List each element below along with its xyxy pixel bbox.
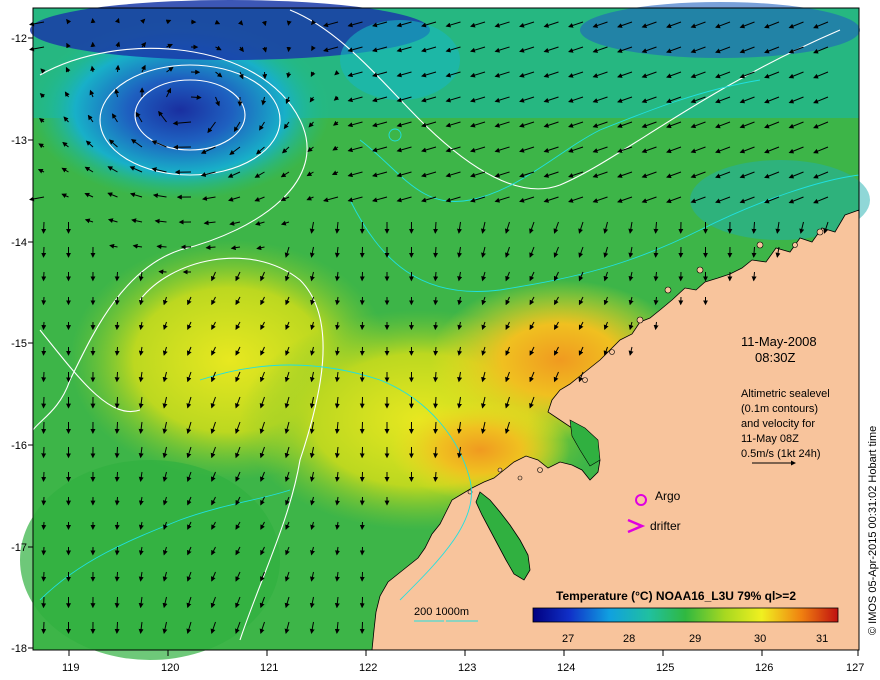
y-tick-label: -12 — [11, 33, 27, 45]
sst-map: Argo drifter 11-May-2008 08:30Z Altimetr… — [11, 0, 879, 674]
velocity-arrow — [41, 221, 47, 234]
velocity-arrow — [41, 571, 47, 582]
time-label: 08:30Z — [755, 350, 796, 365]
x-tick-label: 119 — [62, 662, 80, 674]
argo-label: Argo — [655, 489, 681, 503]
y-tick-label: -17 — [11, 542, 27, 554]
velocity-arrow — [114, 471, 120, 482]
velocity-arrow — [114, 421, 120, 434]
x-tick-label: 125 — [656, 662, 674, 674]
velocity-arrow — [286, 46, 292, 53]
velocity-arrow — [433, 296, 439, 306]
velocity-arrow — [41, 296, 47, 306]
velocity-arrow — [114, 571, 120, 582]
velocity-arrow — [114, 396, 120, 409]
velocity-arrow — [41, 421, 47, 434]
velocity-arrow — [114, 296, 120, 306]
note-line-4: 11-May 08Z — [741, 433, 799, 445]
x-axis: 119 120 121 122 123 124 125 126 127 — [62, 662, 864, 674]
velocity-arrow — [41, 246, 47, 258]
velocity-arrow — [41, 496, 47, 506]
x-tick-label: 126 — [755, 662, 773, 674]
y-tick-label: -16 — [11, 440, 27, 452]
velocity-arrow — [114, 346, 120, 356]
colorbar-title: Temperature (°C) NOAA16_L3U 79% ql>=2 — [556, 589, 796, 603]
velocity-arrow — [114, 596, 120, 609]
colorbar-tick: 27 — [562, 633, 574, 645]
sst-cold-northeast — [580, 2, 860, 58]
velocity-arrow — [114, 496, 120, 506]
velocity-arrow — [41, 396, 47, 409]
velocity-arrow — [114, 446, 120, 459]
velocity-arrow — [114, 271, 120, 282]
velocity-arrow — [262, 71, 268, 80]
y-tick-label: -14 — [11, 237, 27, 249]
velocity-arrow — [41, 346, 47, 356]
date-label: 11-May-2008 — [741, 334, 817, 349]
note-line-3: and velocity for — [741, 418, 815, 430]
velocity-arrow — [433, 371, 439, 383]
copyright-text: © IMOS 05-Apr-2015 00:31:02 Hobart time — [867, 426, 879, 635]
sst-southwest-green — [20, 460, 280, 660]
colorbar-tick: 31 — [816, 633, 828, 645]
sst-cyan-patch — [340, 20, 460, 100]
note-line-2: (0.1m contours) — [741, 403, 818, 415]
velocity-arrow — [41, 271, 47, 282]
velocity-arrow — [114, 521, 120, 530]
drifter-label: drifter — [650, 519, 681, 533]
x-tick-label: 120 — [161, 662, 179, 674]
velocity-arrow — [433, 321, 439, 331]
velocity-arrow — [433, 246, 439, 258]
velocity-arrow — [41, 521, 47, 530]
note-line-1: Altimetric sealevel — [741, 388, 830, 400]
colorbar-tick: 28 — [623, 633, 635, 645]
x-tick-label: 121 — [260, 662, 278, 674]
velocity-arrow — [114, 621, 120, 634]
velocity-arrow — [114, 546, 120, 556]
x-tick-label: 123 — [458, 662, 476, 674]
velocity-arrow — [433, 446, 439, 459]
velocity-arrow — [433, 271, 439, 282]
velocity-arrow — [41, 471, 47, 482]
bathymetry-label: 200 1000m — [414, 606, 469, 618]
velocity-arrow — [433, 346, 439, 356]
colorbar — [532, 607, 839, 623]
velocity-arrow — [433, 471, 439, 482]
velocity-arrow — [41, 546, 47, 556]
velocity-arrow — [114, 321, 120, 331]
velocity-arrow — [433, 396, 439, 409]
velocity-arrow — [41, 321, 47, 331]
velocity-arrow — [190, 94, 202, 100]
velocity-arrow — [41, 621, 47, 634]
note-line-5: 0.5m/s (1kt 24h) — [741, 448, 820, 460]
y-tick-label: -18 — [11, 643, 27, 655]
colorbar-tick: 30 — [754, 633, 766, 645]
colorbar-tick: 29 — [689, 633, 701, 645]
velocity-arrow — [286, 20, 292, 26]
x-tick-label: 122 — [359, 662, 377, 674]
x-tick-label: 127 — [846, 662, 864, 674]
velocity-arrow — [156, 244, 167, 250]
velocity-arrow — [115, 64, 121, 73]
velocity-arrow — [433, 421, 439, 434]
x-tick-label: 124 — [557, 662, 575, 674]
velocity-arrow — [41, 446, 47, 459]
velocity-arrow — [41, 371, 47, 383]
y-tick-label: -15 — [11, 338, 27, 350]
velocity-arrow — [41, 596, 47, 609]
velocity-arrow — [433, 221, 439, 234]
y-tick-label: -13 — [11, 135, 27, 147]
velocity-arrow — [114, 371, 120, 383]
